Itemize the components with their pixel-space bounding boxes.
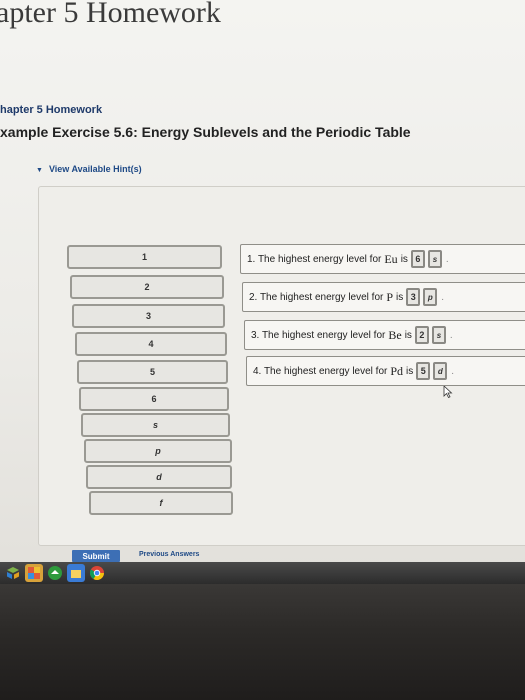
cloud-app-icon[interactable] — [46, 564, 64, 582]
taskbar — [0, 562, 525, 584]
drop-target-1[interactable]: 1. The highest energy level for Eu is 6 … — [240, 244, 525, 274]
element-symbol: Pd — [390, 363, 404, 378]
drop-target-2[interactable]: 2. The highest energy level for P is 3 p… — [242, 282, 525, 312]
target-prefix: 3. The highest energy level for — [251, 329, 386, 341]
answer-tile-2[interactable]: 2 — [70, 275, 224, 299]
submit-button[interactable]: Submit — [72, 550, 120, 562]
view-hints-link[interactable]: ▼ View Available Hint(s) — [36, 164, 142, 174]
period-mark: . — [451, 365, 455, 377]
exercise-title: xample Exercise 5.6: Energy Sublevels an… — [0, 124, 411, 140]
drop-slot-letter[interactable]: s — [427, 250, 442, 268]
previous-answers-link[interactable]: Previous Answers — [139, 551, 199, 558]
view-hints-label: View Available Hint(s) — [48, 164, 142, 174]
page-title: apter 5 Homework — [0, 0, 221, 29]
drop-slot-letter[interactable]: s — [431, 326, 446, 344]
photos-app-icon[interactable] — [25, 564, 43, 582]
start-icon[interactable] — [4, 564, 22, 582]
period-mark: . — [441, 291, 445, 303]
target-prefix: 1. The highest energy level for — [247, 253, 382, 265]
triangle-down-icon: ▼ — [36, 167, 43, 174]
answer-tile-s[interactable]: s — [81, 413, 230, 437]
browser-screen: apter 5 Homework hapter 5 Homework xampl… — [0, 0, 525, 575]
monitor-bezel — [0, 584, 525, 700]
element-symbol: P — [386, 289, 394, 304]
period-mark: . — [445, 253, 449, 265]
element-symbol: Be — [388, 327, 402, 342]
answer-tile-5[interactable]: 5 — [77, 360, 228, 384]
target-prefix: 4. The highest energy level for — [253, 365, 388, 377]
drop-target-3[interactable]: 3. The highest energy level for Be is 2 … — [244, 320, 525, 350]
answer-tile-p[interactable]: p — [84, 439, 232, 463]
drop-slot-number[interactable]: 6 — [410, 250, 425, 268]
target-suffix: is — [396, 291, 404, 303]
mouse-pointer-icon — [443, 386, 453, 398]
target-suffix: is — [400, 253, 408, 265]
answer-tile-4[interactable]: 4 — [75, 332, 227, 356]
drop-slot-number[interactable]: 5 — [416, 362, 431, 380]
drop-slot-number[interactable]: 2 — [414, 326, 429, 344]
answer-tile-1[interactable]: 1 — [67, 245, 222, 269]
answer-tile-3[interactable]: 3 — [72, 304, 225, 328]
drop-slot-letter[interactable]: p — [423, 288, 438, 306]
target-prefix: 2. The highest energy level for — [249, 291, 384, 303]
target-suffix: is — [404, 329, 412, 341]
answer-tile-d[interactable]: d — [86, 465, 232, 489]
element-symbol: Eu — [384, 251, 398, 266]
drop-slot-number[interactable]: 3 — [406, 288, 421, 306]
drop-target-4[interactable]: 4. The highest energy level for Pd is 5 … — [246, 356, 525, 386]
answer-tile-f[interactable]: f — [89, 491, 233, 515]
target-suffix: is — [406, 365, 414, 377]
folder-app-icon[interactable] — [67, 564, 85, 582]
chrome-browser-icon[interactable] — [88, 564, 106, 582]
breadcrumb[interactable]: hapter 5 Homework — [0, 104, 102, 116]
drop-slot-letter[interactable]: d — [433, 362, 448, 380]
period-mark: . — [449, 329, 453, 341]
answer-tile-6[interactable]: 6 — [79, 387, 229, 411]
